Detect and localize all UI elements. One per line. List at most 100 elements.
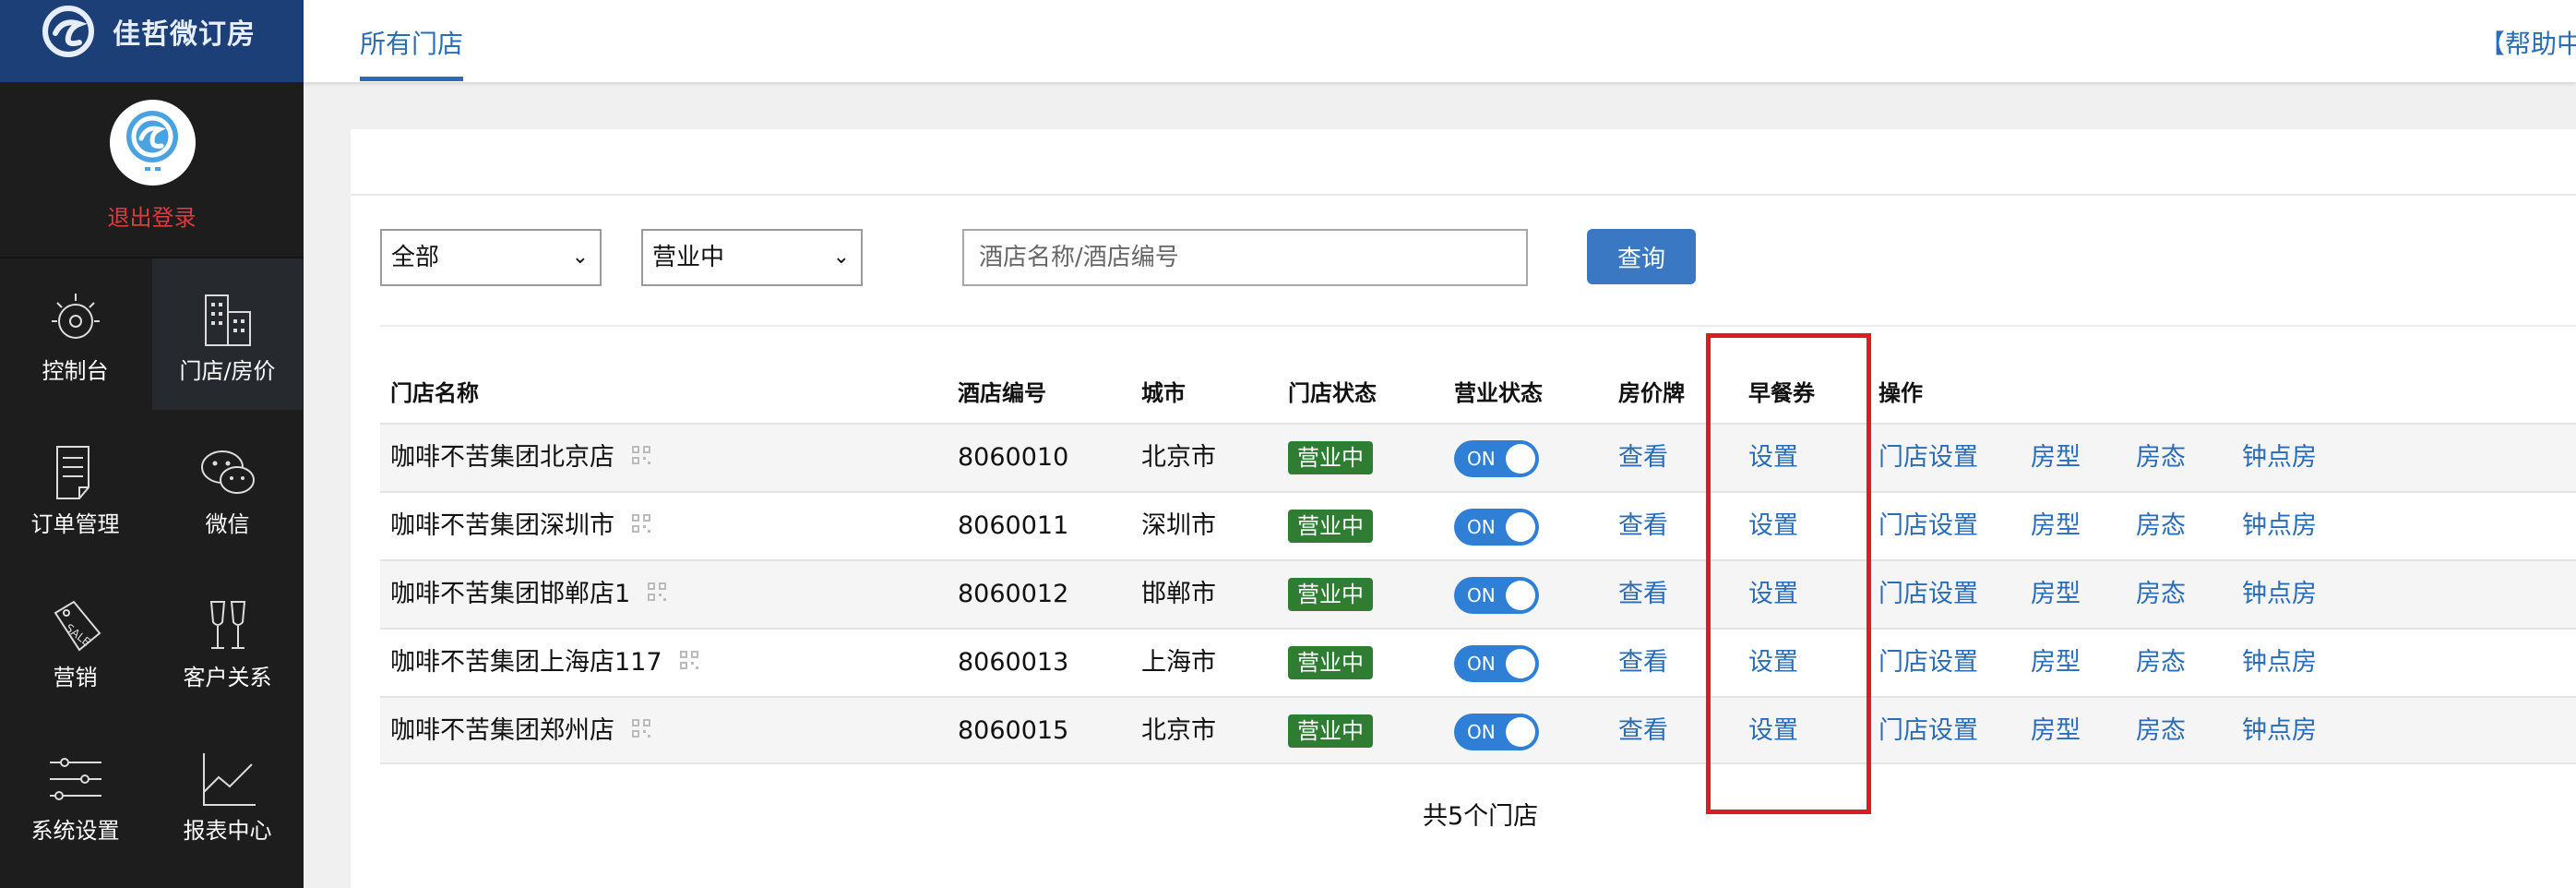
divider (351, 194, 2576, 196)
store-name-cell: 咖啡不苦集团北京店 (390, 425, 651, 491)
logout-link[interactable]: 退出登录 (0, 199, 304, 232)
view-price-board-link[interactable]: 查看 (1618, 630, 1668, 696)
sidebar-item-label: 门店/房价 (179, 358, 276, 384)
store-name-cell: 咖啡不苦集团郑州店 (390, 698, 651, 764)
highlight-box (1706, 333, 1871, 814)
status-badge: 营业中 (1288, 646, 1373, 679)
sidebar-item-marketing[interactable]: SALE 营销 (0, 565, 150, 716)
toggle-state: ON (1467, 584, 1496, 606)
hourly-room-link[interactable]: 钟点房 (2242, 561, 2317, 628)
view-price-board-link[interactable]: 查看 (1618, 493, 1668, 559)
col-header-hotel-code: 酒店编号 (958, 380, 1046, 406)
status-badge: 营业中 (1288, 714, 1373, 748)
room-status-link[interactable]: 房态 (2136, 425, 2186, 491)
room-type-link[interactable]: 房型 (2031, 425, 2081, 491)
room-type-link[interactable]: 房型 (2031, 630, 2081, 696)
document-icon (55, 446, 89, 499)
qr-code-icon[interactable] (631, 445, 651, 465)
sidebar-item-settings[interactable]: 系统设置 (0, 718, 150, 870)
sidebar: 佳哲微订房 退出登录 控制台 门店/房价 订单管理 微信 SALE 营销 客户关… (0, 0, 304, 888)
store-name: 咖啡不苦集团深圳市 (390, 511, 614, 540)
store-type-value: 全部 (391, 244, 440, 271)
business-toggle[interactable]: ON (1454, 645, 1539, 682)
building-icon (204, 294, 251, 346)
hourly-room-link[interactable]: 钟点房 (2242, 630, 2317, 696)
sidebar-item-label: 控制台 (42, 358, 109, 384)
toggle-state: ON (1467, 448, 1496, 470)
dashboard-icon (51, 294, 100, 339)
view-price-board-link[interactable]: 查看 (1618, 425, 1668, 491)
room-status-link[interactable]: 房态 (2136, 630, 2186, 696)
sidebar-item-crm[interactable]: 客户关系 (152, 565, 303, 716)
hotel-code: 8060013 (958, 648, 1069, 677)
store-name: 咖啡不苦集团北京店 (390, 443, 614, 472)
sidebar-item-reports[interactable]: 报表中心 (152, 718, 303, 870)
sidebar-item-wechat[interactable]: 微信 (152, 412, 303, 563)
business-toggle[interactable]: ON (1454, 714, 1539, 750)
city: 深圳市 (1141, 511, 1216, 540)
store-settings-link[interactable]: 门店设置 (1878, 698, 1978, 764)
table-row: 咖啡不苦集团郑州店 8060015 北京市 营业中 ON 查看 设置 门店设置 … (380, 696, 2576, 764)
store-type-select[interactable]: 全部 ⌄ (380, 229, 602, 286)
avatar[interactable] (110, 100, 196, 186)
room-status-link[interactable]: 房态 (2136, 561, 2186, 628)
avatar-logo-icon (126, 111, 178, 171)
sidebar-item-dashboard[interactable]: 控制台 (0, 258, 150, 410)
store-settings-link[interactable]: 门店设置 (1878, 630, 1978, 696)
qr-code-icon[interactable] (647, 582, 667, 602)
hourly-room-link[interactable]: 钟点房 (2242, 493, 2317, 559)
hourly-room-link[interactable]: 钟点房 (2242, 425, 2317, 491)
wechat-icon (200, 450, 255, 494)
hourly-room-link[interactable]: 钟点房 (2242, 698, 2317, 764)
top-header: 所有门店 【帮助中 (304, 0, 2576, 82)
toggle-knob (1506, 444, 1535, 474)
room-type-link[interactable]: 房型 (2031, 698, 2081, 764)
logo-bar: 佳哲微订房 (0, 0, 304, 82)
business-toggle[interactable]: ON (1454, 509, 1539, 546)
business-toggle[interactable]: ON (1454, 577, 1539, 614)
divider (380, 325, 2576, 327)
room-type-link[interactable]: 房型 (2031, 561, 2081, 628)
active-tab-indicator (360, 77, 463, 81)
business-toggle[interactable]: ON (1454, 440, 1539, 477)
store-settings-link[interactable]: 门店设置 (1878, 493, 1978, 559)
store-name: 咖啡不苦集团上海店117 (390, 648, 662, 677)
chevron-down-icon: ⌄ (571, 246, 589, 269)
sale-tag-icon: SALE (54, 600, 101, 652)
col-header-business-status: 营业状态 (1454, 380, 1543, 406)
qr-code-icon[interactable] (631, 718, 651, 738)
hotel-search-input[interactable] (962, 229, 1528, 286)
chevron-down-icon: ⌄ (832, 246, 850, 269)
query-button[interactable]: 查询 (1587, 229, 1696, 284)
store-settings-link[interactable]: 门店设置 (1878, 561, 1978, 628)
toggle-state: ON (1467, 721, 1496, 743)
store-name: 咖啡不苦集团邯郸店1 (390, 580, 631, 608)
hotel-code: 8060011 (958, 511, 1069, 540)
store-list-panel: 全部 ⌄ 营业中 ⌄ 查询 门店名称 酒店编号 城市 门店状态 营业状态 房价牌… (351, 129, 2576, 888)
status-badge: 营业中 (1288, 578, 1373, 611)
tab-all-stores[interactable]: 所有门店 (360, 24, 463, 61)
sidebar-item-label: 订单管理 (30, 511, 120, 537)
room-status-link[interactable]: 房态 (2136, 493, 2186, 559)
hotel-code: 8060015 (958, 716, 1069, 745)
business-status-select[interactable]: 营业中 ⌄ (641, 229, 863, 286)
sidebar-item-orders[interactable]: 订单管理 (0, 412, 150, 563)
sidebar-item-label: 系统设置 (30, 818, 120, 844)
store-name-cell: 咖啡不苦集团深圳市 (390, 493, 651, 559)
qr-code-icon[interactable] (679, 650, 699, 670)
room-status-link[interactable]: 房态 (2136, 698, 2186, 764)
room-type-link[interactable]: 房型 (2031, 493, 2081, 559)
store-name-cell: 咖啡不苦集团上海店117 (390, 630, 699, 696)
store-name-cell: 咖啡不苦集团邯郸店1 (390, 561, 667, 628)
col-header-city: 城市 (1141, 380, 1186, 406)
table-row: 咖啡不苦集团北京店 8060010 北京市 营业中 ON 查看 设置 门店设置 … (380, 423, 2576, 491)
view-price-board-link[interactable]: 查看 (1618, 561, 1668, 628)
view-price-board-link[interactable]: 查看 (1618, 698, 1668, 764)
qr-code-icon[interactable] (631, 513, 651, 534)
sidebar-item-stores[interactable]: 门店/房价 (152, 258, 303, 410)
toggle-state: ON (1467, 653, 1496, 675)
help-center-link[interactable]: 【帮助中 (2479, 24, 2576, 61)
sidebar-item-label: 报表中心 (183, 818, 272, 844)
store-settings-link[interactable]: 门店设置 (1878, 425, 1978, 491)
table-row: 咖啡不苦集团邯郸店1 8060012 邯郸市 营业中 ON 查看 设置 门店设置… (380, 559, 2576, 628)
